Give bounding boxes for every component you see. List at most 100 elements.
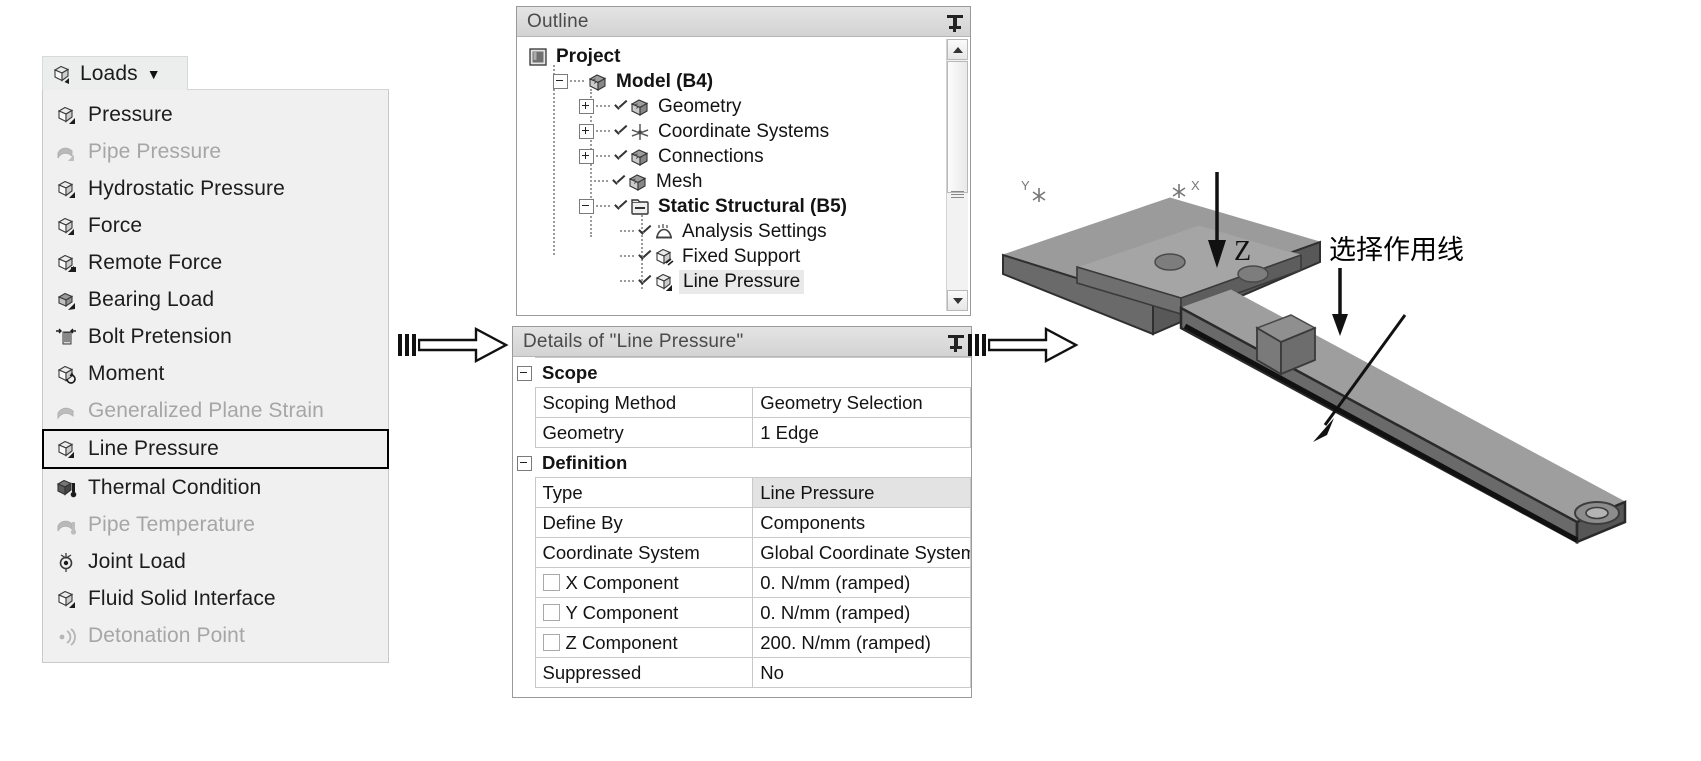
collapse-minus-icon[interactable] xyxy=(553,74,568,89)
loads-dropdown[interactable]: Loads ▼ Pressure Pipe Pressure Hydrostatic… xyxy=(42,56,389,663)
bolt-pretension-icon xyxy=(55,326,77,348)
details-row[interactable]: Y Component 0. N/mm (ramped) xyxy=(513,597,971,628)
loads-menu-item-moment[interactable]: Moment xyxy=(43,355,388,392)
details-row-key: Coordinate System xyxy=(534,537,754,568)
loads-menu-item-detonation-point: Detonation Point xyxy=(43,617,388,654)
axis-y-label: Y xyxy=(1021,178,1030,193)
details-row-value[interactable]: No xyxy=(752,657,971,688)
group-collapse-icon[interactable] xyxy=(513,448,535,478)
details-table[interactable]: Scope Scoping Method Geometry Selection Geo… xyxy=(513,357,971,688)
tree-connector xyxy=(620,255,634,258)
project-icon xyxy=(527,46,549,68)
outline-tree-item-static-structural-b5-[interactable]: Static Structural (B5) xyxy=(517,194,970,219)
outline-tree-item-fixed-support[interactable]: Fixed Support xyxy=(517,244,970,269)
pin-icon[interactable] xyxy=(947,332,965,352)
expand-plus-icon[interactable] xyxy=(579,99,594,114)
tree-connector xyxy=(620,230,634,233)
loads-menu-item-joint-load[interactable]: Joint Load xyxy=(43,543,388,580)
outline-title: Outline xyxy=(527,10,589,32)
group-collapse-icon[interactable] xyxy=(513,358,535,388)
loads-menu-item-label: Fluid Solid Interface xyxy=(88,586,276,610)
caret-down-icon: ▼ xyxy=(146,65,161,82)
row-checkbox[interactable] xyxy=(542,633,560,651)
analysis-settings-icon xyxy=(653,221,675,243)
annotation-select-line: 选择作用线 xyxy=(1329,235,1464,266)
loads-menu-item-pressure[interactable]: Pressure xyxy=(43,96,388,133)
details-row-value[interactable]: 200. N/mm (ramped) xyxy=(752,627,971,658)
details-row-key: Geometry xyxy=(534,417,754,448)
details-row-key-label: Y Component xyxy=(565,601,679,623)
outline-title-bar: Outline xyxy=(517,7,970,37)
outline-tree-item-label: Fixed Support xyxy=(682,245,801,267)
outline-tree-item-project[interactable]: Project xyxy=(517,44,970,69)
check-mark-icon xyxy=(613,150,628,164)
fixed-support-icon xyxy=(653,246,675,268)
loads-menu-item-label: Force xyxy=(88,213,143,237)
row-checkbox[interactable] xyxy=(542,603,560,621)
details-row-value[interactable]: Global Coordinate System xyxy=(752,537,971,568)
details-row-key: Scoping Method xyxy=(534,387,754,418)
outline-tree-item-analysis-settings[interactable]: Analysis Settings xyxy=(517,219,970,244)
loads-menu-item-force[interactable]: Force xyxy=(43,207,388,244)
details-row-value[interactable]: Geometry Selection xyxy=(752,387,971,418)
outline-tree[interactable]: Project Model (B4) Geometry Coordinate Syst… xyxy=(517,37,970,313)
outline-tree-item-geometry[interactable]: Geometry xyxy=(517,94,970,119)
outline-tree-item-coordinate-systems[interactable]: Coordinate Systems xyxy=(517,119,970,144)
loads-menu-item-line-pressure[interactable]: Line Pressure xyxy=(42,429,389,469)
details-row[interactable]: Type Line Pressure xyxy=(513,477,971,508)
details-row-value[interactable]: 1 Edge xyxy=(752,417,971,448)
tree-connector xyxy=(596,205,610,208)
pin-icon[interactable] xyxy=(946,12,964,32)
details-row[interactable]: Scoping Method Geometry Selection xyxy=(513,387,971,418)
outline-tree-item-label: Geometry xyxy=(658,95,742,117)
details-row[interactable]: Coordinate System Global Coordinate Syste… xyxy=(513,537,971,568)
details-row-value[interactable]: Components xyxy=(752,507,971,538)
loads-menu-item-remote-force[interactable]: Remote Force xyxy=(43,244,388,281)
details-row[interactable]: Define By Components xyxy=(513,507,971,538)
outline-tree-item-label: Line Pressure xyxy=(679,269,805,294)
row-indent xyxy=(513,508,535,538)
loads-menu-list[interactable]: Pressure Pipe Pressure Hydrostatic Pressur… xyxy=(42,89,389,663)
outline-tree-item-mesh[interactable]: Mesh xyxy=(517,169,970,194)
loads-menu-item-thermal-condition[interactable]: Thermal Condition xyxy=(43,469,388,506)
check-mark-icon xyxy=(637,225,652,239)
details-row[interactable]: Suppressed No xyxy=(513,657,971,688)
loads-menu-item-label: Pipe Temperature xyxy=(88,512,255,536)
loads-menu-item-hydrostatic-pressure[interactable]: Hydrostatic Pressure xyxy=(43,170,388,207)
expand-plus-icon[interactable] xyxy=(579,124,594,139)
loads-menu-button[interactable]: Loads ▼ xyxy=(42,56,188,90)
geometry-viewport[interactable]: Z Y X 选择作用线 xyxy=(985,150,1685,670)
details-row-value[interactable]: Line Pressure xyxy=(752,477,971,508)
details-row-value[interactable]: 0. N/mm (ramped) xyxy=(752,567,971,598)
tree-connector xyxy=(594,180,608,183)
details-row[interactable]: X Component 0. N/mm (ramped) xyxy=(513,567,971,598)
row-indent xyxy=(513,568,535,598)
loads-menu-item-label: Generalized Plane Strain xyxy=(88,398,324,422)
row-indent xyxy=(513,538,535,568)
details-row[interactable]: Geometry 1 Edge xyxy=(513,417,971,448)
outline-tree-item-label: Static Structural (B5) xyxy=(658,195,847,217)
row-indent xyxy=(513,418,535,448)
outline-tree-item-line-pressure[interactable]: Line Pressure xyxy=(517,269,970,294)
collapse-minus-icon[interactable] xyxy=(579,199,594,214)
details-row-key: Define By xyxy=(534,507,754,538)
details-row[interactable]: Z Component 200. N/mm (ramped) xyxy=(513,627,971,658)
details-row-value[interactable]: 0. N/mm (ramped) xyxy=(752,597,971,628)
details-row-key: Type xyxy=(534,477,754,508)
details-group-label: Scope xyxy=(535,357,971,388)
axis-x-label: X xyxy=(1191,178,1200,193)
connections-icon xyxy=(629,146,651,168)
expand-plus-icon[interactable] xyxy=(579,149,594,164)
loads-menu-item-label: Bearing Load xyxy=(88,287,215,311)
details-row-key: Z Component xyxy=(534,627,754,658)
details-title-bar: Details of "Line Pressure" xyxy=(513,327,971,357)
loads-menu-item-fluid-solid-interface[interactable]: Fluid Solid Interface xyxy=(43,580,388,617)
loads-menu-item-bearing-load[interactable]: Bearing Load xyxy=(43,281,388,318)
loads-menu-item-bolt-pretension[interactable]: Bolt Pretension xyxy=(43,318,388,355)
row-checkbox[interactable] xyxy=(542,573,560,591)
row-indent xyxy=(513,388,535,418)
loads-menu-item-generalized-plane-strain: Generalized Plane Strain xyxy=(43,392,388,429)
outline-tree-item-model-b4-[interactable]: Model (B4) xyxy=(517,69,970,94)
outline-tree-item-connections[interactable]: Connections xyxy=(517,144,970,169)
fluid-solid-interface-icon xyxy=(55,588,77,610)
